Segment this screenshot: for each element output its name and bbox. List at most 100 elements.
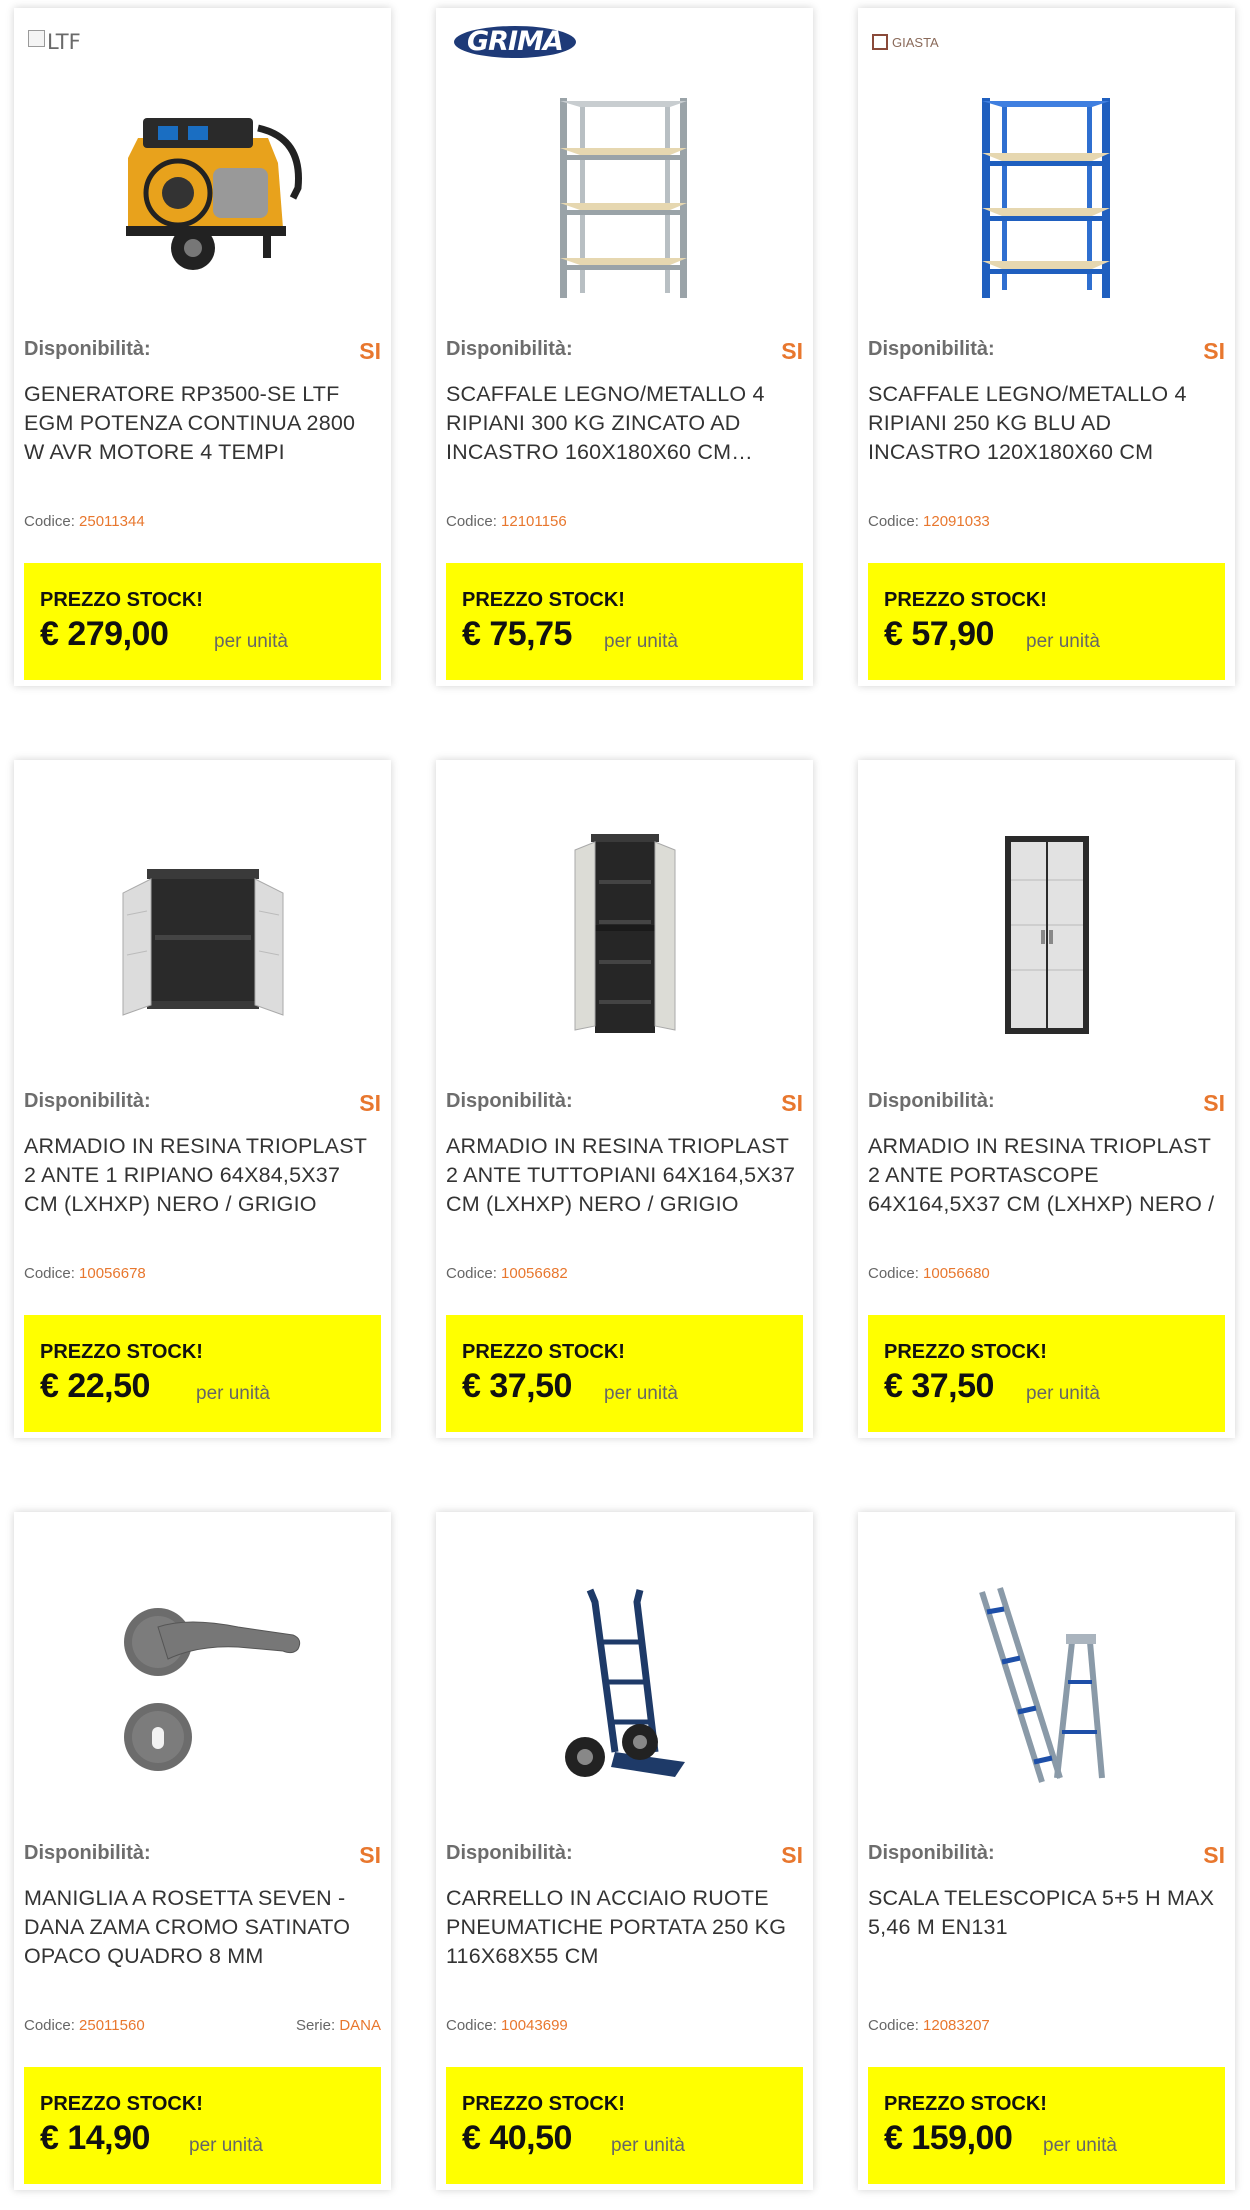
price-value: € 14,90	[40, 2119, 150, 2157]
product-title[interactable]: ARMADIO IN RESINA TRIOPLAST 2 ANTE 1 RIP…	[24, 1132, 379, 1219]
price-value: € 37,50	[884, 1367, 994, 1405]
product-image-ladder[interactable]	[898, 1567, 1195, 1807]
product-code: Codice: 10056682	[446, 1265, 568, 1282]
brand-name: GRIMA	[454, 26, 576, 58]
availability-value: SI	[359, 338, 381, 364]
code-value: 10043699	[501, 2017, 568, 2034]
stock-price-label: PREZZO STOCK!	[884, 1341, 1047, 1363]
code-value: 25011560	[79, 2017, 145, 2034]
availability-value: SI	[359, 1090, 381, 1116]
stock-price-label: PREZZO STOCK!	[40, 1341, 203, 1363]
stock-price-label: PREZZO STOCK!	[884, 589, 1047, 611]
unit-label: per unità	[189, 2135, 263, 2156]
product-code: Codice: 25011344	[24, 513, 145, 530]
product-image-cabinet-low[interactable]	[54, 815, 351, 1055]
availability-value: SI	[359, 1842, 381, 1868]
unit-label: per unità	[214, 631, 288, 652]
code-label: Codice:	[868, 513, 924, 530]
product-image-cabinet-tall-closed[interactable]	[898, 815, 1195, 1055]
availability-label: Disponibilità:	[446, 338, 573, 360]
brand-name: LTF	[47, 30, 81, 54]
price-box: PREZZO STOCK! € 57,90 per unità	[868, 563, 1225, 680]
availability-value: SI	[1203, 1090, 1225, 1116]
product-card-cabinet-tall-closed[interactable]: Disponibilità: SI ARMADIO IN RESINA TRIO…	[858, 760, 1235, 1438]
price-box: PREZZO STOCK! € 22,50 per unità	[24, 1315, 381, 1432]
product-title[interactable]: ARMADIO IN RESINA TRIOPLAST 2 ANTE PORTA…	[868, 1132, 1223, 1219]
product-card-cabinet-low[interactable]: Disponibilità: SI ARMADIO IN RESINA TRIO…	[14, 760, 391, 1438]
code-value: 12101156	[501, 513, 567, 530]
price-value: € 22,50	[40, 1367, 150, 1405]
unit-label: per unità	[1026, 1383, 1100, 1404]
price-box: PREZZO STOCK! € 37,50 per unità	[868, 1315, 1225, 1432]
stock-price-label: PREZZO STOCK!	[40, 2093, 203, 2115]
stock-price-label: PREZZO STOCK!	[40, 589, 203, 611]
unit-label: per unità	[604, 1383, 678, 1404]
price-box: PREZZO STOCK! € 159,00 per unità	[868, 2067, 1225, 2184]
brand-name: GIASTA	[892, 34, 939, 50]
giasta-logo-icon	[872, 34, 888, 50]
availability-label: Disponibilità:	[868, 338, 995, 360]
product-code: Codice: 12101156	[446, 513, 567, 530]
product-code: Codice: 25011560	[24, 2017, 145, 2034]
product-code: Codice: 12083207	[868, 2017, 990, 2034]
unit-label: per unità	[196, 1383, 270, 1404]
availability-label: Disponibilità:	[446, 1842, 573, 1864]
code-value: 12083207	[923, 2017, 990, 2034]
unit-label: per unità	[1026, 631, 1100, 652]
code-label: Codice:	[24, 513, 80, 530]
product-series: Serie: DANA	[296, 2017, 381, 2034]
price-box: PREZZO STOCK! € 40,50 per unità	[446, 2067, 803, 2184]
series-label: Serie:	[295, 2017, 340, 2034]
code-label: Codice:	[446, 2017, 502, 2034]
product-card-hand-truck[interactable]: Disponibilità: SI CARRELLO IN ACCIAIO RU…	[436, 1512, 813, 2190]
code-label: Codice:	[446, 1265, 502, 1282]
availability-label: Disponibilità:	[868, 1842, 995, 1864]
product-card-cabinet-tall-open[interactable]: Disponibilità: SI ARMADIO IN RESINA TRIO…	[436, 760, 813, 1438]
product-image-shelf-galvanized[interactable]	[476, 78, 773, 318]
product-code: Codice: 10043699	[446, 2017, 568, 2034]
stock-price-label: PREZZO STOCK!	[462, 1341, 625, 1363]
availability-label: Disponibilità:	[24, 1090, 151, 1112]
product-title[interactable]: GENERATORE RP3500-SE LTF EGM POTENZA CON…	[24, 380, 379, 467]
stock-price-label: PREZZO STOCK!	[884, 2093, 1047, 2115]
broken-image-icon	[28, 29, 45, 47]
product-title[interactable]: MANIGLIA A ROSETTA SEVEN - DANA ZAMA CRO…	[24, 1884, 379, 1971]
availability-label: Disponibilità:	[24, 338, 151, 360]
availability-value: SI	[781, 338, 803, 364]
product-image-shelf-blue[interactable]	[898, 78, 1195, 318]
product-card-generator[interactable]: LTF Disponibilità: SI GENERATORE RP3500-…	[14, 8, 391, 686]
product-card-shelf-galvanized[interactable]: GRIMA Disponibilità: SI SCAFFALE LEGNO/M…	[436, 8, 813, 686]
brand-logo-ltf: LTF	[28, 22, 81, 62]
product-image-cabinet-tall-open[interactable]	[476, 815, 773, 1055]
product-title[interactable]: SCAFFALE LEGNO/METALLO 4 RIPIANI 250 KG …	[868, 380, 1223, 467]
unit-label: per unità	[611, 2135, 685, 2156]
price-box: PREZZO STOCK! € 14,90 per unità	[24, 2067, 381, 2184]
unit-label: per unità	[604, 631, 678, 652]
product-code: Codice: 12091033	[868, 513, 990, 530]
stock-price-label: PREZZO STOCK!	[462, 589, 625, 611]
code-value: 10056682	[501, 1265, 568, 1282]
price-value: € 279,00	[40, 615, 169, 653]
availability-label: Disponibilità:	[868, 1090, 995, 1112]
product-title[interactable]: CARRELLO IN ACCIAIO RUOTE PNEUMATICHE PO…	[446, 1884, 801, 1971]
availability-value: SI	[1203, 338, 1225, 364]
product-image-door-handle[interactable]	[54, 1567, 351, 1807]
code-value: 10056680	[923, 1265, 990, 1282]
code-value: 25011344	[79, 513, 145, 530]
availability-value: SI	[781, 1090, 803, 1116]
product-title[interactable]: SCALA TELESCOPICA 5+5 H MAX 5,46 M EN131	[868, 1884, 1223, 1971]
price-box: PREZZO STOCK! € 75,75 per unità	[446, 563, 803, 680]
product-card-ladder[interactable]: Disponibilità: SI SCALA TELESCOPICA 5+5 …	[858, 1512, 1235, 2190]
series-value: DANA	[339, 2017, 381, 2034]
product-image-generator[interactable]	[54, 68, 351, 308]
code-label: Codice:	[446, 513, 502, 530]
product-title[interactable]: ARMADIO IN RESINA TRIOPLAST 2 ANTE TUTTO…	[446, 1132, 801, 1219]
product-card-shelf-blue[interactable]: GIASTA Disponibilità: SI SCAFFALE LEGNO/…	[858, 8, 1235, 686]
product-title[interactable]: SCAFFALE LEGNO/METALLO 4 RIPIANI 300 KG …	[446, 380, 801, 467]
code-value: 10056678	[79, 1265, 146, 1282]
product-card-door-handle[interactable]: Disponibilità: SI MANIGLIA A ROSETTA SEV…	[14, 1512, 391, 2190]
code-value: 12091033	[923, 513, 990, 530]
product-image-hand-truck[interactable]	[476, 1567, 773, 1807]
brand-logo-giasta: GIASTA	[872, 22, 939, 62]
price-value: € 37,50	[462, 1367, 572, 1405]
